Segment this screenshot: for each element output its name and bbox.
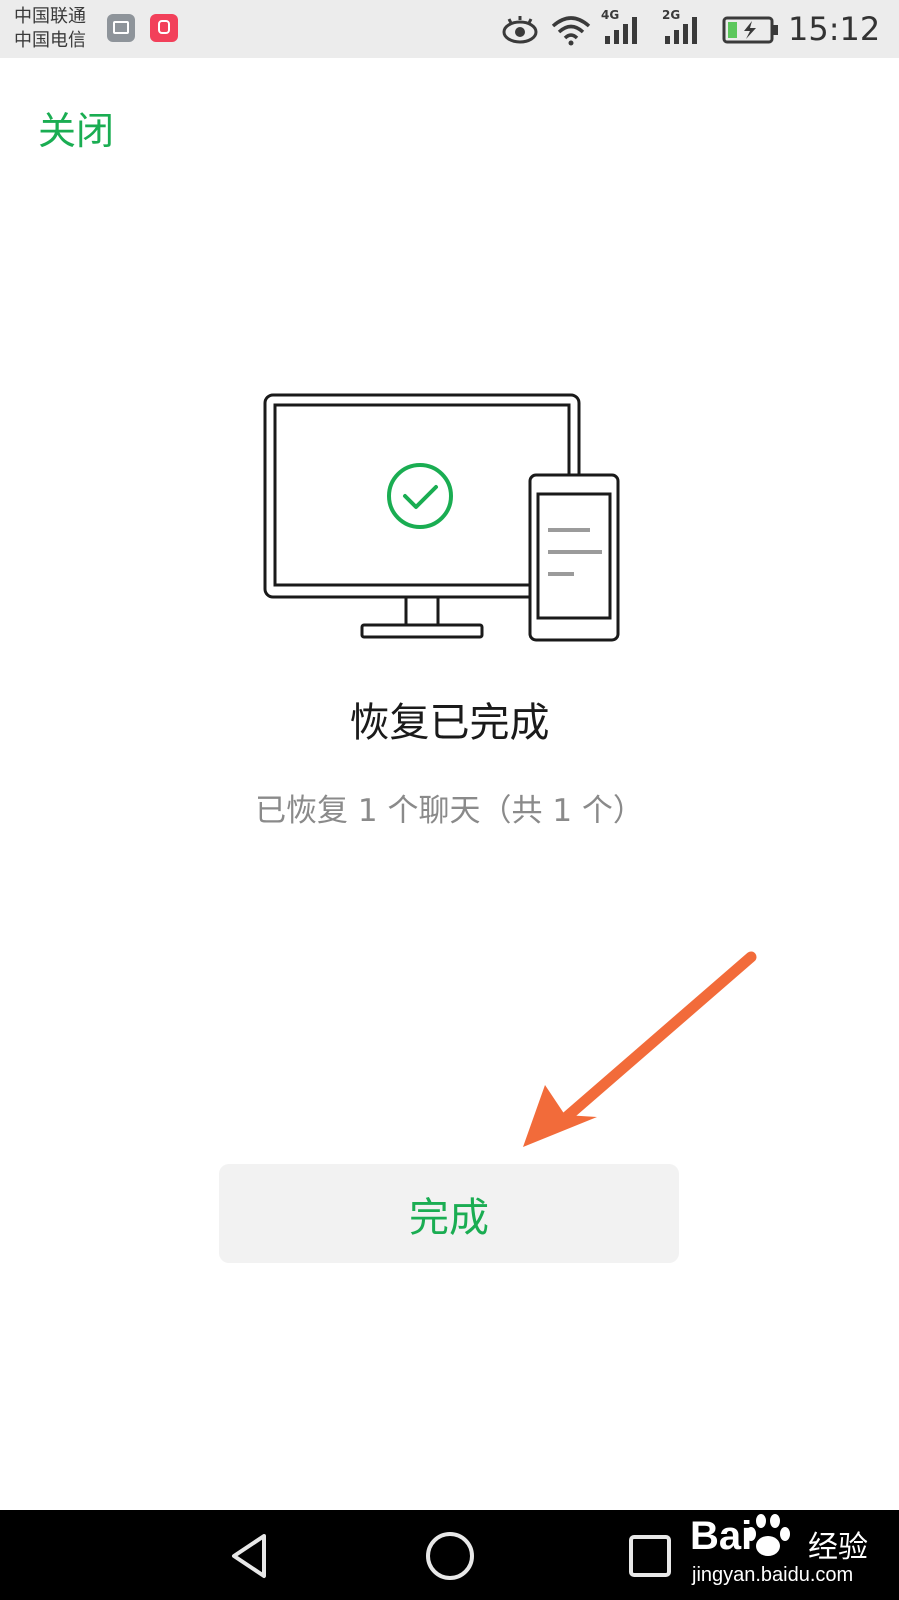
carrier-1: 中国联通 <box>14 6 86 27</box>
wifi-icon <box>551 16 591 46</box>
watermark-url: jingyan.baidu.com <box>692 1564 854 1586</box>
watermark-brand-suffix: 经验 <box>808 1530 868 1565</box>
restore-illustration <box>263 393 620 642</box>
status-time: 15:12 <box>788 10 881 48</box>
page-title: 恢复已完成 <box>349 700 550 746</box>
home-icon[interactable] <box>422 1528 478 1584</box>
kuaishou-app-icon <box>150 14 178 42</box>
annotation-arrow-icon <box>523 951 757 1147</box>
eye-comfort-icon <box>502 16 538 44</box>
back-icon[interactable] <box>222 1528 278 1584</box>
baidu-jingyan-watermark: Bai 经验 jingyan.baidu.com <box>690 1512 890 1596</box>
phone-icon <box>528 473 620 642</box>
gallery-icon <box>107 14 135 42</box>
carrier-labels: 中国联通 中国电信 <box>14 5 86 53</box>
recent-apps-icon[interactable] <box>622 1528 678 1584</box>
done-button[interactable]: 完成 <box>219 1164 679 1263</box>
carrier-2: 中国电信 <box>14 30 86 51</box>
status-bar: 中国联通 中国电信 4G 2G 15:12 <box>0 0 899 58</box>
signal-icon <box>605 17 637 44</box>
baidu-paw-icon <box>746 1514 790 1556</box>
restore-summary: 已恢复 1 个聊天（共 1 个） <box>255 793 644 829</box>
battery-charging-icon <box>722 16 778 44</box>
signal-icon <box>665 17 697 44</box>
close-button[interactable]: 关闭 <box>38 100 114 155</box>
